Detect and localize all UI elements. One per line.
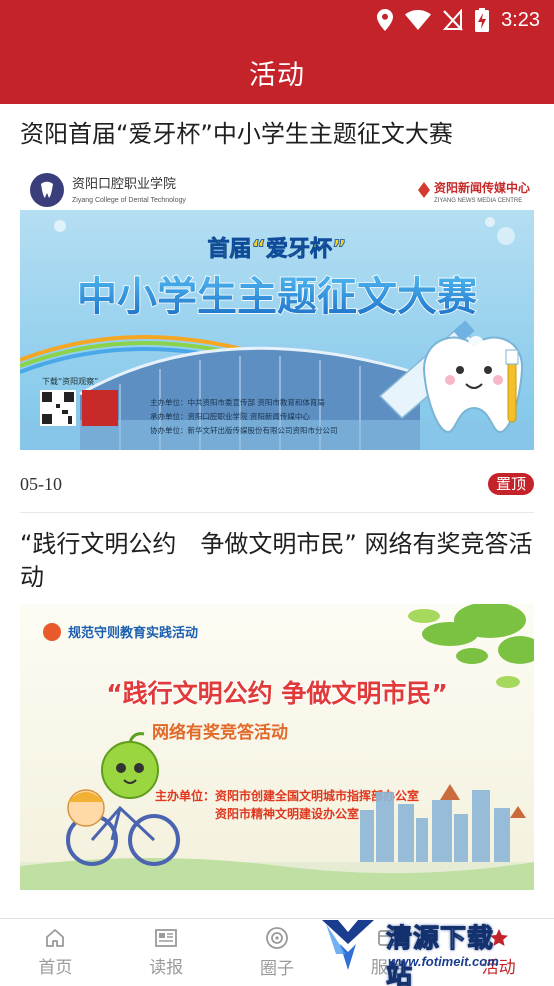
activity-card[interactable]: 资阳首届“爱牙杯”中小学生主题征文大赛 资阳口腔职业学院 Ziyang Coll… — [20, 118, 534, 514]
status-bar: 3:23 — [0, 0, 554, 40]
status-icons: 3:23 — [377, 8, 540, 32]
banner-school-name-en: Ziyang College of Dental Technology — [72, 197, 186, 204]
activity-icon — [489, 929, 508, 946]
nav-label: 圈子 — [259, 959, 294, 979]
no-signal-icon — [443, 9, 463, 31]
page-title: 活动 — [249, 59, 305, 91]
activity-feed[interactable]: 资阳首届“爱牙杯”中小学生主题征文大赛 资阳口腔职业学院 Ziyang Coll… — [0, 104, 554, 918]
home-icon — [46, 929, 65, 947]
pinned-badge: 置顶 — [487, 473, 534, 495]
newspaper-icon — [155, 929, 178, 947]
nav-item-newspaper[interactable]: 读报 — [111, 919, 222, 986]
activity-banner[interactable]: 资阳口腔职业学院 Ziyang College of Dental Techno… — [20, 164, 534, 450]
nav-item-circle[interactable]: 圈子 — [222, 919, 333, 986]
status-time: 3:23 — [501, 8, 540, 31]
location-icon — [377, 9, 394, 31]
activity-banner[interactable]: 规范守则教育实践活动 “践行文明公约 争做文明市民” 网络有奖竞答活动 主办单位… — [20, 604, 534, 890]
nav-label: 读报 — [149, 958, 184, 978]
banner-host-label: 主办单位： — [155, 788, 215, 803]
service-icon — [377, 930, 398, 946]
banner-organizer-line: 主办单位：中共资阳市委宣传部 资阳市教育和体育局 — [150, 397, 325, 407]
nav-item-home[interactable]: 首页 — [0, 919, 111, 986]
app-bar: 活动 — [0, 40, 554, 104]
activity-card[interactable]: “践行文明公约 争做文明市民” 网络有奖竞答活动 规范守则教育实践活动 “践行文… — [20, 528, 534, 918]
circle-icon — [266, 927, 288, 949]
bottom-nav: 首页 读报 圈子 服务 活动 — [0, 918, 554, 986]
banner-organizer-line: 承办单位：资阳口腔职业学院 资阳新闻传媒中心 — [150, 411, 310, 421]
banner-headline: “践行文明公约 争做文明市民” — [106, 679, 448, 708]
banner-subtitle: 首届“爱牙杯” — [208, 236, 347, 262]
nav-item-service[interactable]: 服务 — [332, 919, 443, 986]
activity-meta: 05-10 置顶 — [20, 470, 534, 498]
banner-headline: 中小学生主题征文大赛 — [77, 274, 478, 320]
nav-item-activity[interactable]: 活动 — [443, 919, 554, 986]
banner-tagline: 规范守则教育实践活动 — [68, 625, 198, 641]
battery-charging-icon — [475, 8, 490, 32]
wifi-icon — [405, 10, 432, 30]
activity-meta: 05-26 — [20, 910, 534, 919]
banner-media-name: 资阳新闻传媒中心 — [434, 180, 530, 195]
activity-title[interactable]: “践行文明公约 争做文明市民” 网络有奖竞答活动 — [20, 528, 534, 594]
nav-label: 首页 — [38, 958, 73, 978]
banner-organizer-line: 协办单位：新华文轩出版传媒股份有限公司资阳市分公司 — [150, 425, 338, 435]
banner-host-line: 资阳市精神文明建设办公室 — [215, 806, 359, 821]
banner-school-name: 资阳口腔职业学院 — [72, 176, 176, 192]
banner-media-name-en: ZIYANG NEWS MEDIA CENTRE — [434, 198, 522, 204]
activity-title[interactable]: 资阳首届“爱牙杯”中小学生主题征文大赛 — [20, 118, 534, 151]
divider — [20, 512, 534, 513]
nav-label: 活动 — [481, 958, 516, 978]
nav-label: 服务 — [370, 958, 405, 978]
banner-subtitle: 网络有奖竞答活动 — [152, 722, 288, 743]
banner-download-prompt: 下载“资阳观察” — [42, 376, 98, 386]
activity-date: 05-10 — [20, 473, 62, 494]
